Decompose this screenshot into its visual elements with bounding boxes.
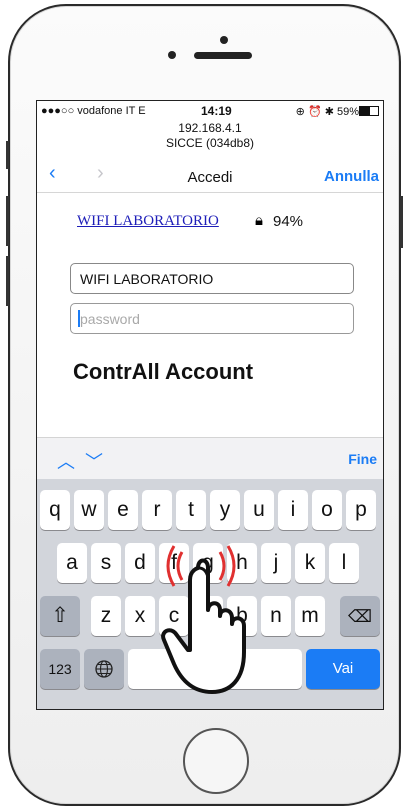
front-camera bbox=[220, 36, 228, 44]
earpiece-speaker bbox=[194, 52, 252, 59]
previous-field-chevron-icon[interactable]: ︿ bbox=[57, 448, 75, 474]
address-ip: 192.168.4.1 bbox=[178, 121, 242, 135]
ssid-field[interactable]: WIFI LABORATORIO bbox=[70, 263, 354, 294]
key-e[interactable]: e bbox=[108, 490, 138, 530]
login-content: WIFI LABORATORIO 🔒︎ 94% WIFI LABORATORIO… bbox=[37, 193, 383, 435]
key-t[interactable]: t bbox=[176, 490, 206, 530]
status-bar: ●●●○○ vodafone IT E 14:19 ⊕ ⏰ ✱ 59% bbox=[37, 101, 383, 121]
key-s[interactable]: s bbox=[91, 543, 121, 583]
key-l[interactable]: l bbox=[329, 543, 359, 583]
key-d[interactable]: d bbox=[125, 543, 155, 583]
go-key[interactable]: Vai bbox=[306, 649, 380, 689]
globe-key[interactable] bbox=[84, 649, 124, 689]
battery-icon bbox=[359, 106, 379, 116]
clock: 14:19 bbox=[201, 104, 232, 118]
mute-switch bbox=[6, 141, 9, 169]
volume-up-button bbox=[6, 196, 9, 246]
address-network-name: SICCE (034db8) bbox=[165, 136, 255, 150]
key-u[interactable]: u bbox=[244, 490, 274, 530]
lock-icon: 🔒︎ bbox=[255, 212, 263, 229]
password-field[interactable]: password bbox=[70, 303, 354, 334]
globe-icon bbox=[95, 660, 113, 678]
keyboard-accessory-bar: ︿ ﹀ Fine bbox=[37, 437, 383, 480]
status-icons: ⊕ ⏰ ✱ 59% bbox=[295, 106, 359, 118]
volume-down-button bbox=[6, 256, 9, 306]
key-p[interactable]: p bbox=[346, 490, 376, 530]
power-button bbox=[400, 196, 403, 248]
account-heading: ContrAll Account bbox=[73, 359, 254, 384]
text-cursor bbox=[78, 310, 80, 327]
key-r[interactable]: r bbox=[142, 490, 172, 530]
key-m[interactable]: m bbox=[295, 596, 325, 636]
key-z[interactable]: z bbox=[91, 596, 121, 636]
wifi-network-link[interactable]: WIFI LABORATORIO bbox=[77, 213, 219, 230]
home-button[interactable] bbox=[183, 728, 249, 794]
cancel-button[interactable]: Annulla bbox=[324, 168, 379, 185]
shift-key[interactable]: ⇧ bbox=[40, 596, 80, 636]
tap-gesture-icon bbox=[161, 545, 246, 694]
key-w[interactable]: w bbox=[74, 490, 104, 530]
key-k[interactable]: k bbox=[295, 543, 325, 583]
signal-strength: 94% bbox=[273, 213, 304, 230]
backspace-icon: ⌫ bbox=[347, 607, 373, 626]
proximity-sensor bbox=[168, 51, 176, 59]
key-o[interactable]: o bbox=[312, 490, 342, 530]
carrier-label: ●●●○○ vodafone IT E bbox=[41, 105, 146, 117]
done-button[interactable]: Fine bbox=[348, 451, 377, 467]
password-placeholder: password bbox=[80, 311, 140, 327]
next-field-chevron-icon[interactable]: ﹀ bbox=[85, 448, 103, 474]
key-y[interactable]: y bbox=[210, 490, 240, 530]
numbers-key[interactable]: 123 bbox=[40, 649, 80, 689]
key-x[interactable]: x bbox=[125, 596, 155, 636]
key-a[interactable]: a bbox=[57, 543, 87, 583]
key-i[interactable]: i bbox=[278, 490, 308, 530]
shift-arrow-icon: ⇧ bbox=[51, 604, 69, 627]
backspace-key[interactable]: ⌫ bbox=[340, 596, 380, 636]
key-q[interactable]: q bbox=[40, 490, 70, 530]
navigation-bar: ‹ › Accedi Annulla bbox=[37, 156, 383, 193]
